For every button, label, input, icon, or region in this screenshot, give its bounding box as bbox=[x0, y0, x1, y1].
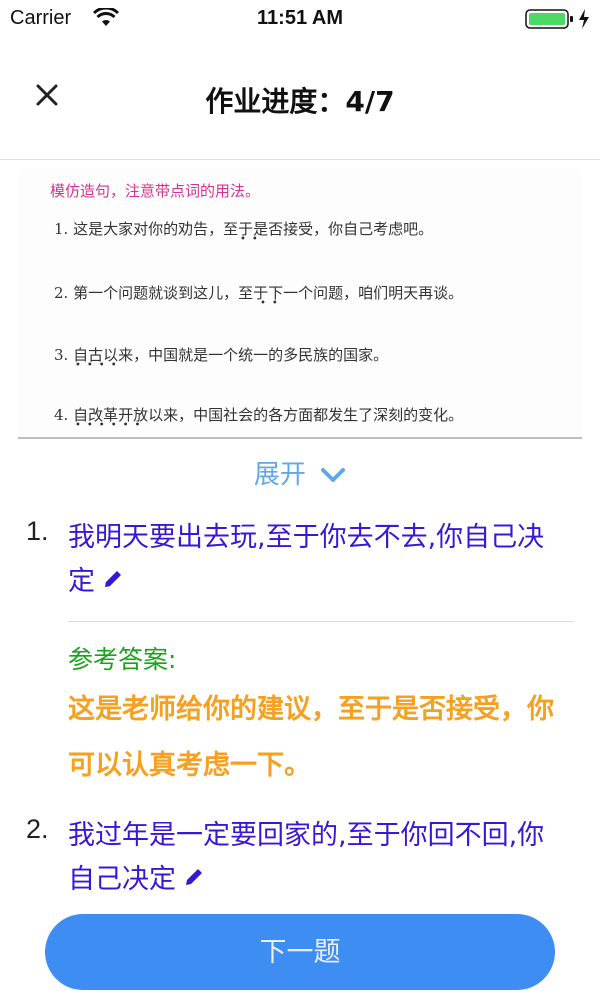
exercise-instruction: 模仿造句，注意带点词的用法。 bbox=[50, 182, 261, 200]
status-bar: Carrier 11:51 AM bbox=[0, 0, 600, 40]
divider bbox=[18, 437, 582, 439]
expand-toggle[interactable]: 展开 bbox=[0, 454, 600, 491]
battery-icon bbox=[525, 8, 575, 34]
question-number: 1. bbox=[26, 516, 49, 546]
divider bbox=[68, 621, 574, 622]
expand-label: 展开 bbox=[253, 460, 306, 490]
student-answer-text: 我明天要出去玩,至于你去不去,你自己决定 bbox=[68, 522, 545, 597]
page-title: 作业进度：4/7 bbox=[205, 85, 395, 118]
emphasis-dots: •••• bbox=[75, 360, 123, 371]
charging-bolt-icon bbox=[578, 8, 590, 34]
emphasis-dots: •• bbox=[260, 298, 284, 309]
emphasis-dots: •• bbox=[240, 234, 264, 245]
status-time: 11:51 AM bbox=[257, 7, 343, 29]
student-answer[interactable]: 我明天要出去玩,至于你去不去,你自己决定 bbox=[68, 516, 558, 605]
pencil-icon[interactable] bbox=[101, 561, 125, 605]
reference-answer: 这是老师给你的建议，至于是否接受，你可以认真考虑一下。 bbox=[68, 694, 554, 781]
reference-answer-label: 参考答案: bbox=[68, 645, 177, 674]
pencil-icon[interactable] bbox=[182, 859, 206, 903]
nav-bar: 作业进度：4/7 bbox=[0, 40, 600, 160]
question-number: 2. bbox=[26, 814, 49, 844]
exercise-image: 模仿造句，注意带点词的用法。 1. 这是大家对你的劝告，至于是否接受，你自己考虑… bbox=[18, 170, 582, 436]
emphasis-dots: •••••• bbox=[75, 420, 147, 431]
exercise-line: 2. 第一个问题就谈到这儿，至于下一个问题，咱们明天再谈。 bbox=[54, 284, 464, 302]
next-question-button[interactable]: 下一题 bbox=[45, 914, 555, 990]
chevron-down-icon bbox=[320, 461, 346, 491]
student-answer[interactable]: 我过年是一定要回家的,至于你回不回,你自己决定 bbox=[68, 814, 558, 903]
student-answer-text: 我过年是一定要回家的,至于你回不回,你自己决定 bbox=[68, 820, 545, 895]
